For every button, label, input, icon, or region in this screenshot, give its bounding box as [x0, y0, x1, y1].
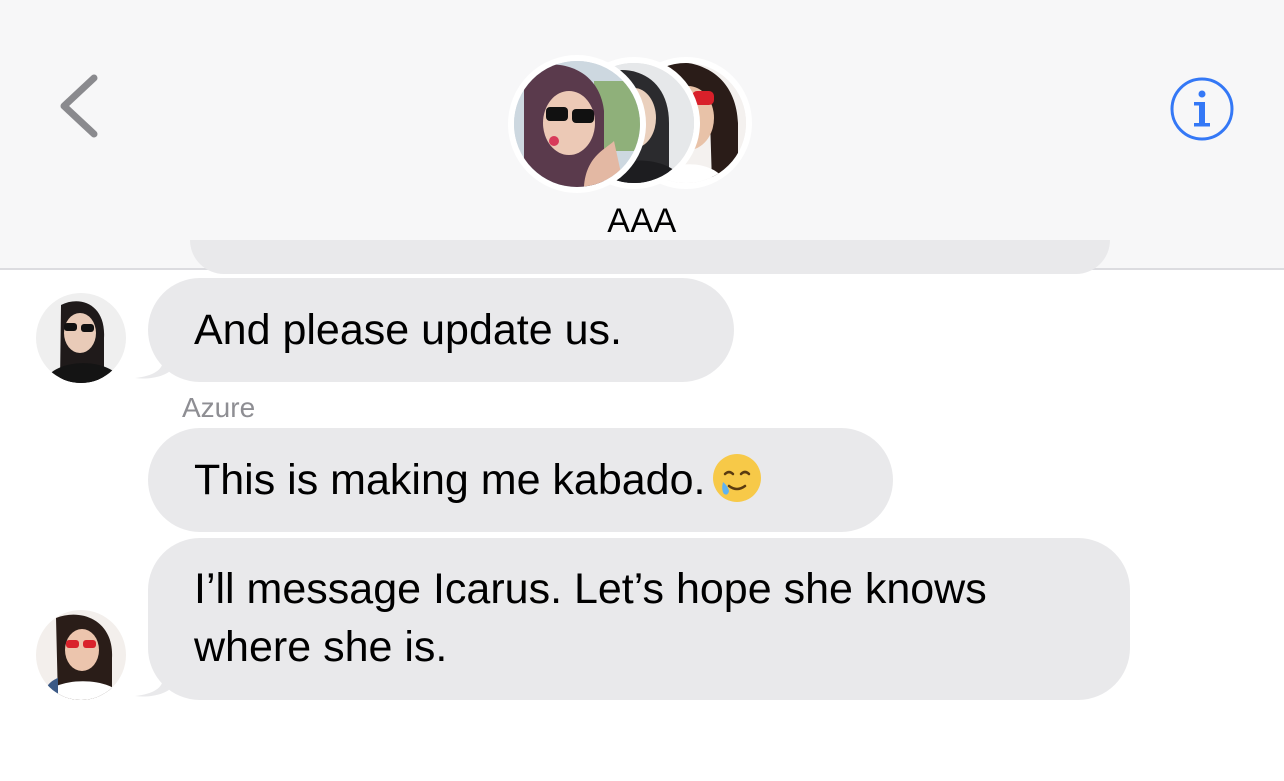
- message-text: This is making me kabado.: [194, 456, 706, 504]
- conversation-header: AAA: [0, 0, 1284, 270]
- message-text-line: where she is.: [194, 623, 448, 671]
- message-text-line: I’ll message Icarus. Let’s hope she know…: [194, 565, 987, 613]
- smiling-face-with-tear-icon: [713, 454, 762, 502]
- message-bubble[interactable]: This is making me kabado.: [148, 428, 893, 532]
- message-text: And please update us.: [194, 306, 622, 354]
- group-avatar-1: [508, 55, 646, 193]
- conversation-title[interactable]: AAA: [0, 202, 1284, 241]
- messages-screen: AAA And please update us. Azure This is …: [0, 0, 1284, 781]
- group-avatar-stack[interactable]: [508, 55, 758, 193]
- message-bubble[interactable]: I’ll message Icarus. Let’s hope she know…: [148, 538, 1130, 700]
- message-bubble[interactable]: And please update us.: [148, 278, 734, 382]
- sender-name: Azure: [182, 392, 256, 423]
- avatar[interactable]: [36, 610, 126, 700]
- back-button[interactable]: [50, 66, 110, 146]
- info-circle-icon: [1170, 77, 1234, 141]
- chevron-left-icon: [60, 74, 98, 138]
- info-button[interactable]: [1168, 75, 1236, 143]
- avatar[interactable]: [36, 293, 126, 383]
- previous-message-bubble: [190, 240, 1110, 274]
